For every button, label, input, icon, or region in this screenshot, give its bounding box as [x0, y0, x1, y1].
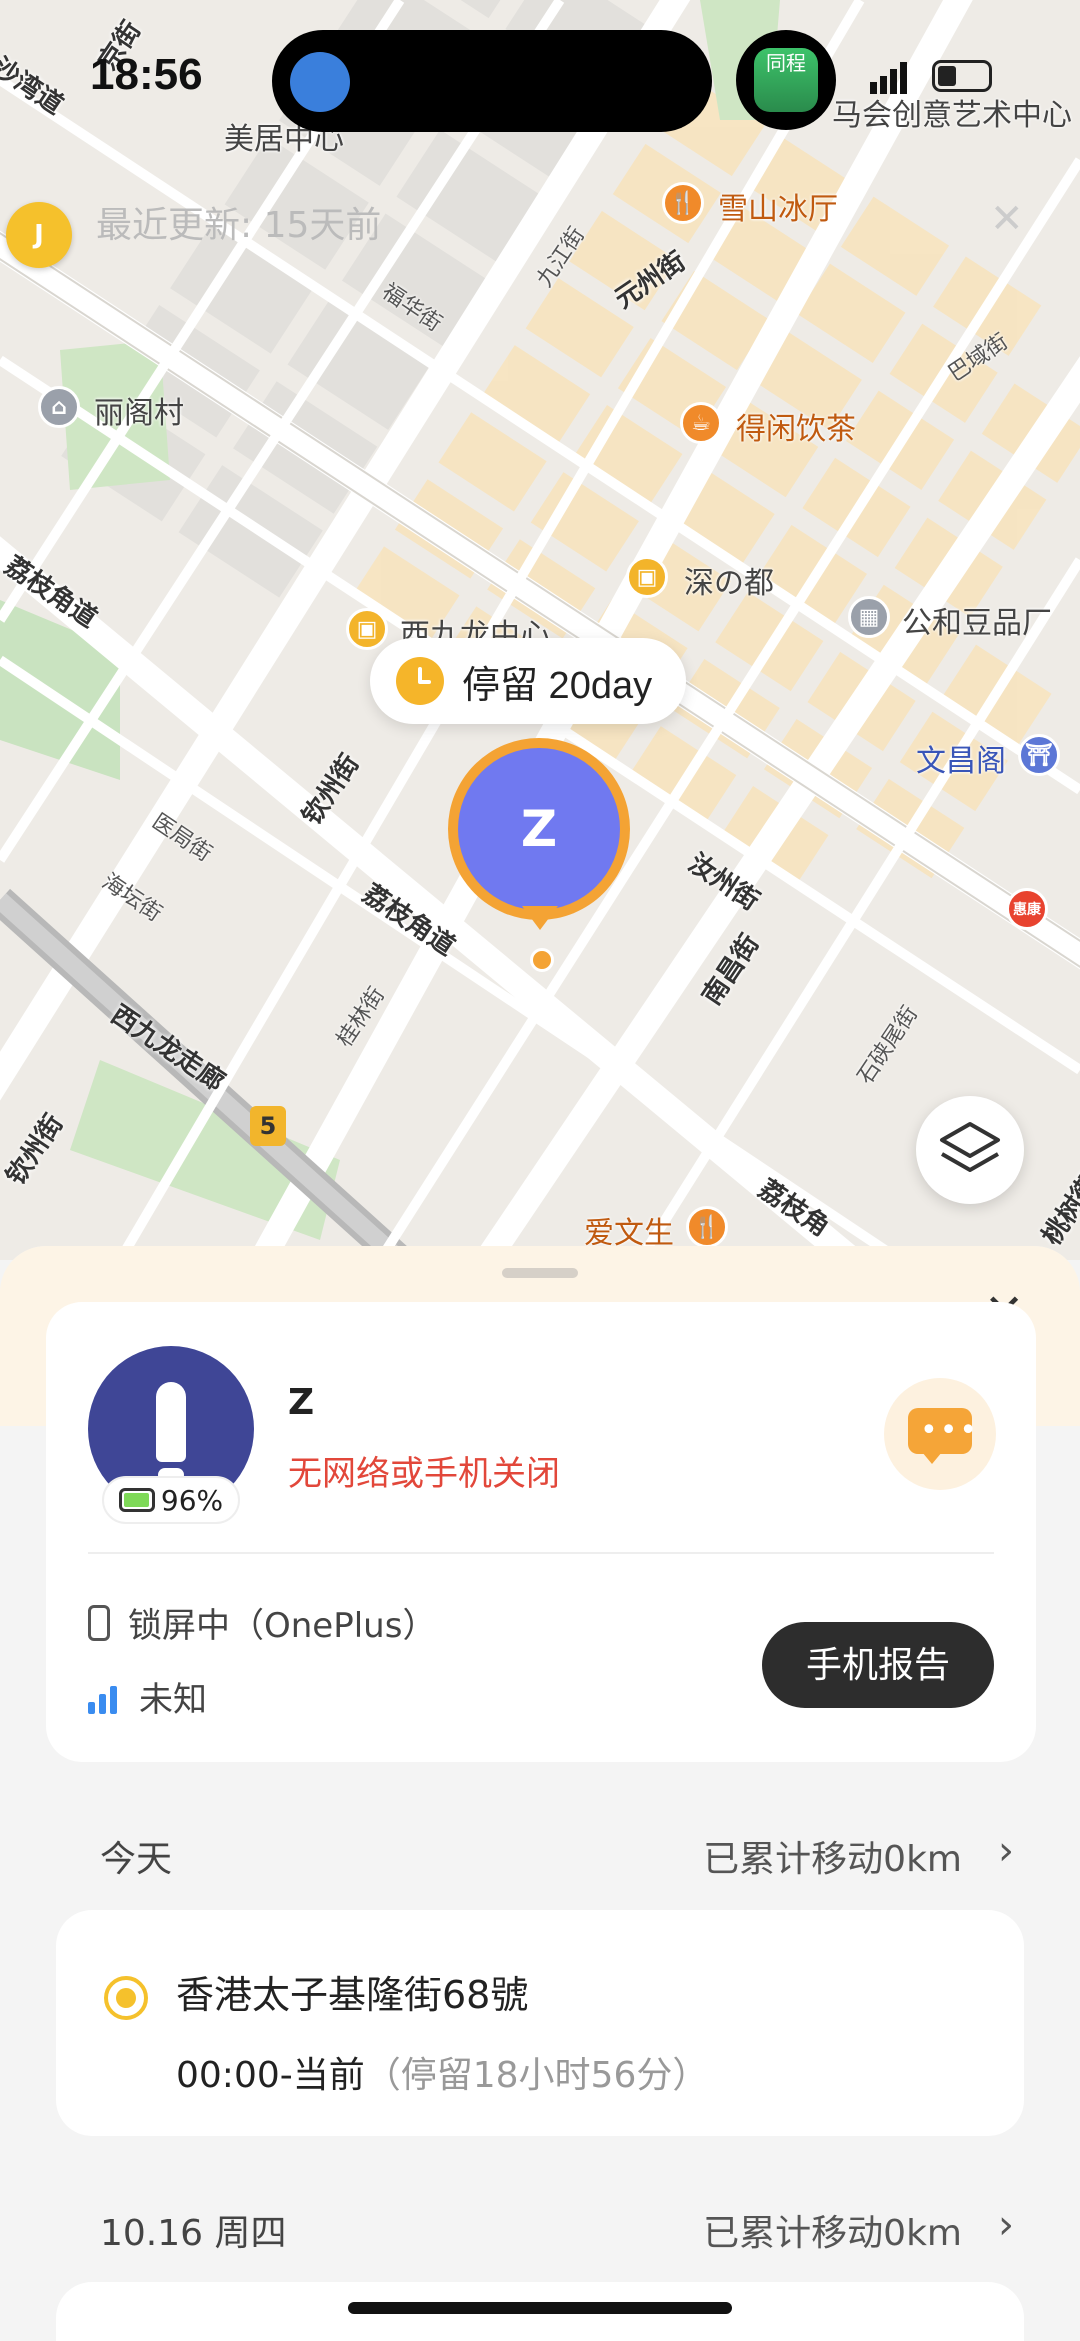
battery-icon — [118, 1488, 155, 1512]
restaurant-icon-2[interactable]: 🍴 — [686, 1206, 728, 1248]
network-status: 未知 — [139, 1680, 207, 1720]
lock-status: 锁屏中（OnePlus） — [128, 1606, 437, 1646]
map-view[interactable]: 美居中心 🍴 雪山冰厅 元州街 福华街 九江街 ⌂ 丽阁村 ☕ 得闲饮茶 巴域街… — [0, 0, 1080, 1260]
user-name: Z — [288, 1382, 315, 1423]
bottom-sheet[interactable]: ✕ 96% Z 无网络或手机关闭 ••• 锁屏中（OnePlus） 未知 手机报… — [0, 1246, 1080, 2341]
visit-card[interactable]: 香港太子基隆街68號 00:00-当前（停留18小时56分） — [56, 1910, 1024, 2136]
supermarket-icon[interactable]: 惠康 — [1006, 888, 1048, 930]
contact-avatar-j[interactable]: J — [6, 202, 72, 268]
stay-duration-bubble[interactable]: 停留 20day — [370, 638, 687, 724]
user-location-marker[interactable]: Z — [448, 738, 630, 920]
home-indicator[interactable] — [348, 2302, 732, 2314]
map-poi-shen[interactable]: 深の都 — [684, 558, 774, 602]
drag-handle[interactable] — [502, 1268, 578, 1278]
supermarket-label: 惠康 — [1013, 902, 1041, 918]
temple-icon[interactable]: ⛩ — [1018, 734, 1060, 776]
day-row-today[interactable]: 今天 已累计移动0km › — [0, 1812, 1080, 1892]
signal-bars-icon — [88, 1680, 121, 1714]
stay-duration-label: 停留 20day — [462, 664, 653, 707]
train-app-icon[interactable] — [290, 52, 350, 112]
signal-icon — [870, 62, 907, 94]
location-dot — [530, 948, 554, 972]
drink-icon[interactable]: ☕ — [680, 402, 722, 444]
route-shield: 5 — [250, 1106, 286, 1146]
mall-icon[interactable]: ▣ — [346, 608, 388, 650]
day-label: 10.16 周四 — [100, 2213, 287, 2254]
divider — [88, 1552, 994, 1554]
map-poi-wenchang[interactable]: 文昌阁 — [916, 736, 1006, 780]
clock-icon — [396, 657, 444, 705]
tongcheng-app-label: 同程 — [754, 48, 818, 112]
visit-time-row: 00:00-当前（停留18小时56分） — [176, 2046, 708, 2098]
close-icon[interactable]: ✕ — [990, 196, 1024, 242]
battery-percent: 96% — [160, 1483, 224, 1517]
layers-icon — [940, 1122, 1000, 1172]
battery-icon — [932, 60, 992, 92]
phone-icon — [88, 1604, 110, 1641]
status-time: 18:56 — [90, 50, 203, 99]
battery-badge: 96% — [102, 1476, 240, 1524]
map-poi-lige[interactable]: 丽阁村 — [94, 388, 184, 432]
visit-duration: （停留18小时56分） — [364, 2055, 709, 2096]
map-poi-dexian[interactable]: 得闲饮茶 — [736, 404, 856, 448]
day-label: 今天 — [100, 1839, 173, 1880]
location-marker-icon — [104, 1976, 148, 2020]
phone-report-button[interactable]: 手机报告 — [762, 1622, 994, 1708]
map-layers-button[interactable] — [916, 1096, 1024, 1204]
recent-update-text: 最近更新: 15天前 — [96, 205, 382, 246]
marker-initial: Z — [458, 748, 620, 910]
chevron-right-icon: › — [998, 1828, 1014, 1874]
factory-icon[interactable]: ▦ — [848, 596, 890, 638]
restaurant-icon[interactable]: 🍴 — [662, 182, 704, 224]
device-card: 96% Z 无网络或手机关闭 ••• 锁屏中（OnePlus） 未知 手机报告 — [46, 1302, 1036, 1762]
building-icon[interactable]: ⌂ — [38, 386, 80, 428]
network-row: 未知 — [88, 1672, 207, 1721]
marker-pointer — [522, 906, 558, 930]
lock-status-row: 锁屏中（OnePlus） — [88, 1598, 436, 1647]
shop-icon[interactable]: ▣ — [626, 556, 668, 598]
message-button[interactable]: ••• — [884, 1378, 996, 1490]
map-poi-xueshan[interactable]: 雪山冰厅 — [718, 184, 838, 228]
visit-time: 00:00-当前 — [176, 2055, 365, 2096]
status-bar: 18:56 同程 — [0, 0, 1080, 150]
map-poi-gonghe[interactable]: 公和豆品厂 — [902, 598, 1052, 642]
user-status: 无网络或手机关闭 — [288, 1454, 560, 1494]
distance-moved: 已累计移动0km — [703, 1839, 962, 1880]
chevron-right-icon: › — [998, 2202, 1014, 2248]
distance-moved: 已累计移动0km — [703, 2213, 962, 2254]
tongcheng-app-icon[interactable]: 同程 — [736, 30, 836, 130]
visit-place: 香港太子基隆街68號 — [176, 1973, 529, 2017]
day-row-prev[interactable]: 10.16 周四 已累计移动0km › — [0, 2186, 1080, 2266]
